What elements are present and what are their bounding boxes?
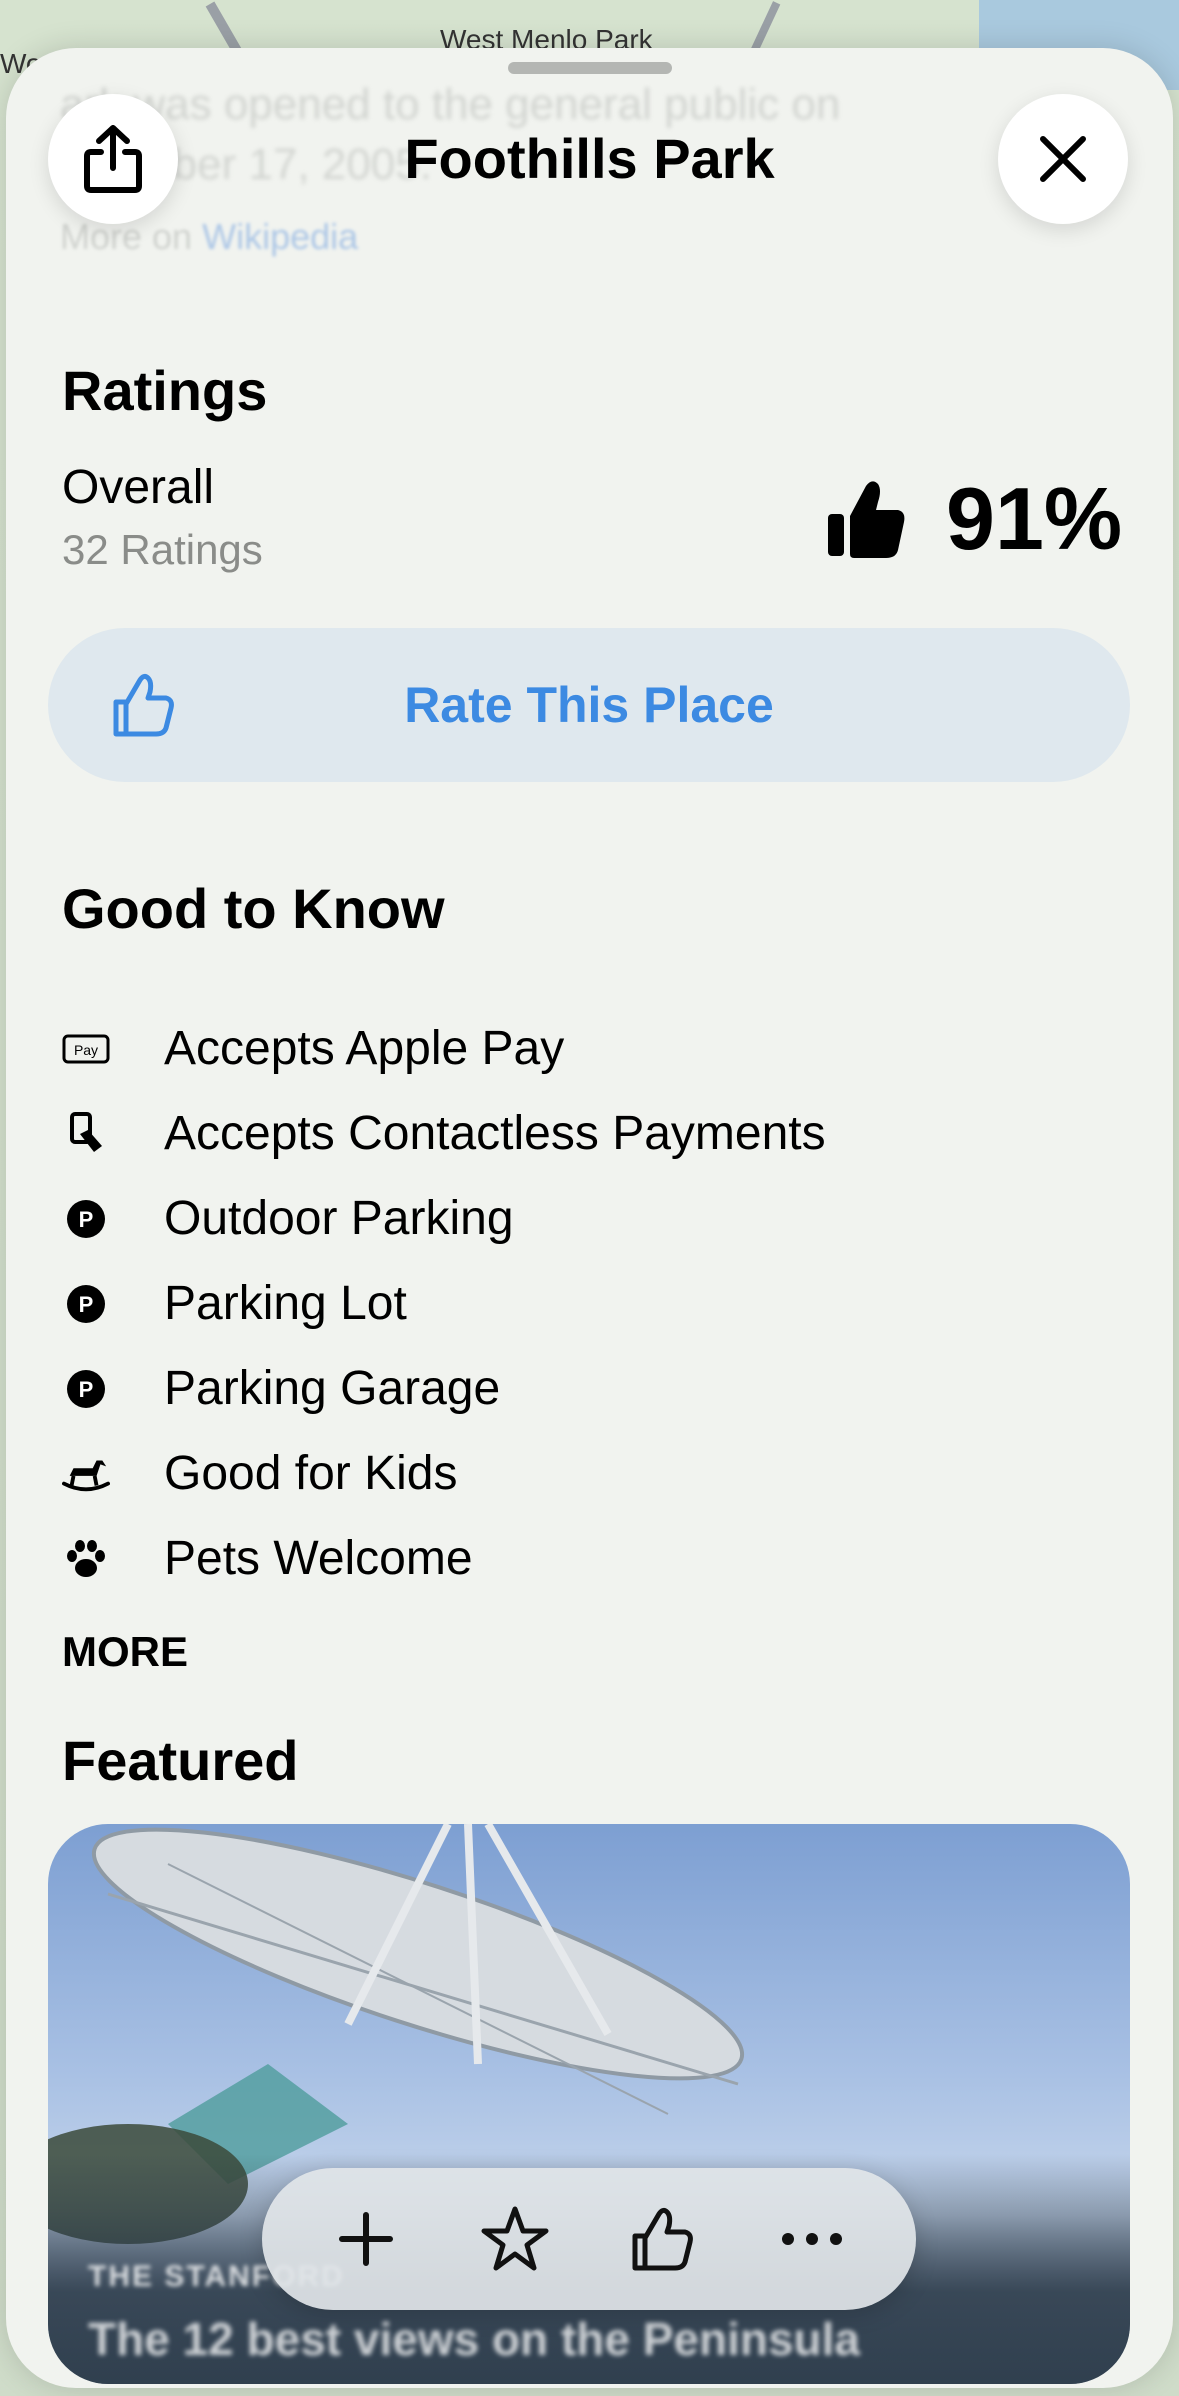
parking-icon: P [62,1280,110,1328]
plus-icon [339,2212,394,2266]
ratings-count: 32 Ratings [62,526,263,573]
feature-label: Parking Lot [164,1277,407,1330]
place-details-sheet: ark was opened to the general public on … [6,48,1173,2388]
good-to-know-list: Pay Accepts Apple Pay Accepts Contactles… [62,1006,1122,1601]
parking-icon: P [62,1195,110,1243]
list-item: P Outdoor Parking [62,1176,1122,1261]
rate-this-place-button[interactable]: Rate This Place [48,628,1130,782]
feature-label: Accepts Apple Pay [164,1022,565,1075]
apple-pay-icon: Pay [62,1025,110,1073]
good-to-know-heading: Good to Know [62,877,445,940]
more-options-button[interactable] [757,2184,867,2294]
parking-icon: P [62,1365,110,1413]
star-icon [481,2206,549,2271]
contactless-payment-icon [62,1110,110,1158]
feature-label: Parking Garage [164,1362,501,1415]
feature-label: Outdoor Parking [164,1192,514,1245]
overall-rating: 91% [826,468,1122,570]
rating-percent: 91% [946,469,1123,568]
list-item: Good for Kids [62,1431,1122,1516]
sheet-grabber[interactable] [508,62,672,74]
featured-heading: Featured [62,1729,299,1792]
overall-label: Overall [62,461,215,514]
ellipsis-icon [781,2233,842,2245]
svg-text:Pay: Pay [74,1042,98,1058]
list-item: Accepts Contactless Payments [62,1091,1122,1176]
thumbs-up-icon [632,2207,694,2271]
ratings-heading: Ratings [62,359,268,422]
rate-this-place-label: Rate This Place [404,677,774,733]
card-title: The 12 best views on the Peninsula [88,2313,861,2365]
svg-text:P: P [79,1292,94,1317]
add-button[interactable] [311,2184,421,2294]
bottom-action-toolbar [262,2168,916,2310]
share-button[interactable] [48,94,178,224]
share-icon [84,125,142,193]
feature-label: Pets Welcome [164,1532,473,1585]
list-item: Pets Welcome [62,1516,1122,1601]
close-button[interactable] [998,94,1128,224]
rocking-horse-icon [62,1450,110,1498]
rate-button[interactable] [608,2184,718,2294]
feature-label: Good for Kids [164,1447,458,1500]
paw-icon [62,1535,110,1583]
svg-text:P: P [79,1377,94,1402]
feature-label: Accepts Contactless Payments [164,1107,826,1160]
list-item: P Parking Lot [62,1261,1122,1346]
wikipedia-link[interactable]: Wikipedia [202,216,358,257]
list-item: Pay Accepts Apple Pay [62,1006,1122,1091]
close-icon [1040,136,1086,182]
svg-text:P: P [79,1207,94,1232]
scrolled-description-text: ark was opened to the general public on [60,80,841,129]
thumbs-up-filled-icon [828,481,905,558]
favorite-button[interactable] [460,2184,570,2294]
list-item: P Parking Garage [62,1346,1122,1431]
more-button[interactable]: MORE [62,1628,188,1676]
